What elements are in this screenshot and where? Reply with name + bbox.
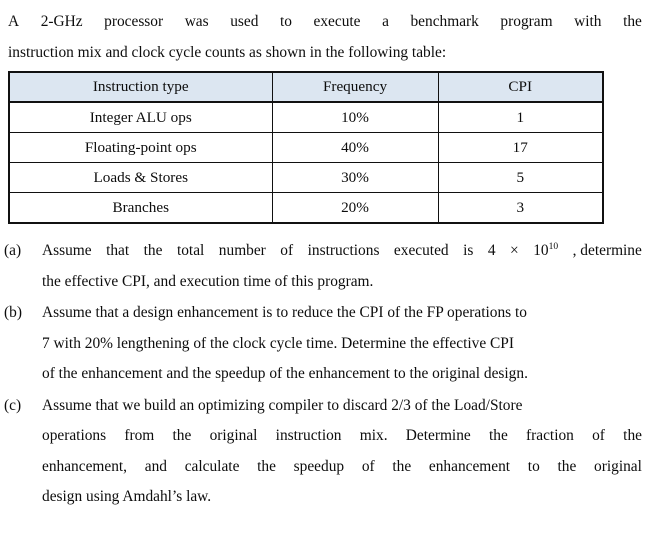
intro-word: 2-GHz bbox=[40, 13, 83, 30]
column-header-frequency: Frequency bbox=[271, 71, 439, 103]
column-header-cpi: CPI bbox=[437, 71, 604, 103]
word: Determine bbox=[405, 427, 471, 444]
word: of bbox=[592, 427, 605, 444]
question-line: design using Amdahl’s law. bbox=[42, 488, 212, 505]
intro-paragraph: A 2-GHz processor was used to execute a benchmar… bbox=[8, 6, 642, 68]
word: the bbox=[143, 242, 163, 259]
cell-instruction-type: Floating-point ops bbox=[8, 132, 273, 163]
word: to bbox=[527, 457, 540, 475]
intro-word: a bbox=[382, 13, 389, 30]
cell-instruction-type: Branches bbox=[8, 192, 273, 224]
word: instructions bbox=[307, 242, 380, 259]
intro-word: execute bbox=[313, 13, 361, 30]
table-body: Integer ALU ops 10% 1 Floating-point ops 40%… bbox=[8, 101, 604, 224]
cell-frequency: 20% bbox=[271, 192, 439, 224]
word: mix. bbox=[359, 427, 388, 444]
question-text: Assume that a design enhancement is to r… bbox=[42, 298, 642, 390]
table-row: Integer ALU ops 10% 1 bbox=[8, 101, 604, 133]
intro-word: A bbox=[8, 13, 20, 30]
cell-instruction-type: Loads & Stores bbox=[8, 162, 273, 193]
intro-word: benchmark bbox=[410, 13, 479, 30]
question-item: (a) Assume that the total number of instruction… bbox=[4, 236, 642, 297]
cell-instruction-type: Integer ALU ops bbox=[8, 101, 273, 133]
cell-cpi: 5 bbox=[437, 162, 604, 193]
word: of bbox=[361, 457, 375, 475]
word: , determine bbox=[572, 242, 642, 259]
intro-word: program bbox=[500, 13, 553, 30]
question-line: 7 with 20% lengthening of the clock cycl… bbox=[42, 334, 514, 352]
intro-line-2: instruction mix and clock cycle counts a… bbox=[8, 44, 447, 61]
question-label: (b) bbox=[4, 304, 22, 321]
word: speedup bbox=[293, 457, 345, 475]
word: operations bbox=[42, 427, 107, 444]
question-list: (a) Assume that the total number of instruction… bbox=[4, 236, 642, 513]
question-line: operations from the original instruction mix.… bbox=[42, 421, 642, 452]
table-row: Loads & Stores 30% 5 bbox=[8, 162, 604, 193]
question-line: the effective CPI, and execution time of… bbox=[42, 272, 374, 290]
instruction-mix-table: Instruction type Frequency CPI Integer A… bbox=[8, 71, 604, 224]
word: the bbox=[392, 457, 412, 475]
word: the bbox=[557, 457, 577, 475]
table-header: Instruction type Frequency CPI bbox=[8, 71, 604, 103]
question-line: enhancement, and calculate the speedup of the e… bbox=[42, 452, 642, 483]
word: the bbox=[172, 427, 192, 444]
word: the bbox=[257, 457, 276, 475]
exponent: 10 bbox=[548, 240, 559, 252]
word: total bbox=[176, 242, 205, 259]
question-item: (c) Assume that we build an optimizing co… bbox=[4, 391, 642, 513]
question-line: Assume that the total number of instructions ex… bbox=[42, 236, 642, 267]
word: Assume bbox=[42, 242, 92, 259]
cell-frequency: 40% bbox=[271, 132, 439, 163]
question-item: (b) Assume that a design enhancement is t… bbox=[4, 298, 642, 390]
intro-word: was bbox=[184, 13, 209, 30]
table-row: Floating-point ops 40% 17 bbox=[8, 132, 604, 163]
cell-frequency: 10% bbox=[271, 101, 439, 133]
question-label: (c) bbox=[4, 396, 22, 414]
word: and bbox=[144, 457, 167, 475]
question-line: of the enhancement and the speedup of th… bbox=[42, 365, 528, 382]
intro-word: to bbox=[279, 13, 292, 30]
word: 4 bbox=[487, 242, 496, 259]
intro-word: processor bbox=[104, 13, 164, 30]
word: instruction bbox=[275, 427, 342, 444]
word: the bbox=[623, 427, 642, 444]
word: 1010 bbox=[533, 240, 559, 259]
word: enhancement, bbox=[42, 457, 128, 475]
column-header-instruction-type: Instruction type bbox=[8, 71, 273, 103]
intro-word: used bbox=[230, 13, 259, 30]
instruction-mix-table-wrapper: Instruction type Frequency CPI Integer A… bbox=[8, 71, 604, 224]
question-text: Assume that we build an optimizing compi… bbox=[42, 391, 642, 513]
document-page: A 2-GHz processor was used to execute a benchmar… bbox=[0, 0, 650, 533]
table-header-row: Instruction type Frequency CPI bbox=[8, 71, 604, 103]
intro-line-1: A 2-GHz processor was used to execute a benchmar… bbox=[8, 6, 642, 37]
question-label: (a) bbox=[4, 242, 22, 259]
question-line: Assume that a design enhancement is to r… bbox=[42, 304, 527, 321]
word: the bbox=[488, 427, 508, 444]
word: of bbox=[280, 242, 294, 259]
table-row: Branches 20% 3 bbox=[8, 192, 604, 224]
intro-word: the bbox=[623, 13, 642, 30]
cell-cpi: 1 bbox=[437, 101, 604, 133]
word: is bbox=[463, 242, 474, 259]
question-text: Assume that the total number of instructions ex… bbox=[42, 236, 642, 297]
word: original bbox=[594, 457, 642, 475]
cell-cpi: 3 bbox=[437, 192, 604, 224]
word: × bbox=[510, 242, 519, 259]
word: that bbox=[106, 242, 130, 259]
word: original bbox=[209, 427, 258, 444]
intro-word: with bbox=[574, 13, 602, 30]
word: executed bbox=[393, 242, 449, 259]
cell-cpi: 17 bbox=[437, 132, 604, 163]
word: enhancement bbox=[428, 457, 511, 475]
word: calculate bbox=[184, 457, 240, 475]
word: number bbox=[218, 242, 266, 259]
word: fraction bbox=[526, 427, 574, 444]
cell-frequency: 30% bbox=[271, 162, 439, 193]
question-line: Assume that we build an optimizing compi… bbox=[42, 396, 523, 414]
word: from bbox=[124, 427, 155, 444]
